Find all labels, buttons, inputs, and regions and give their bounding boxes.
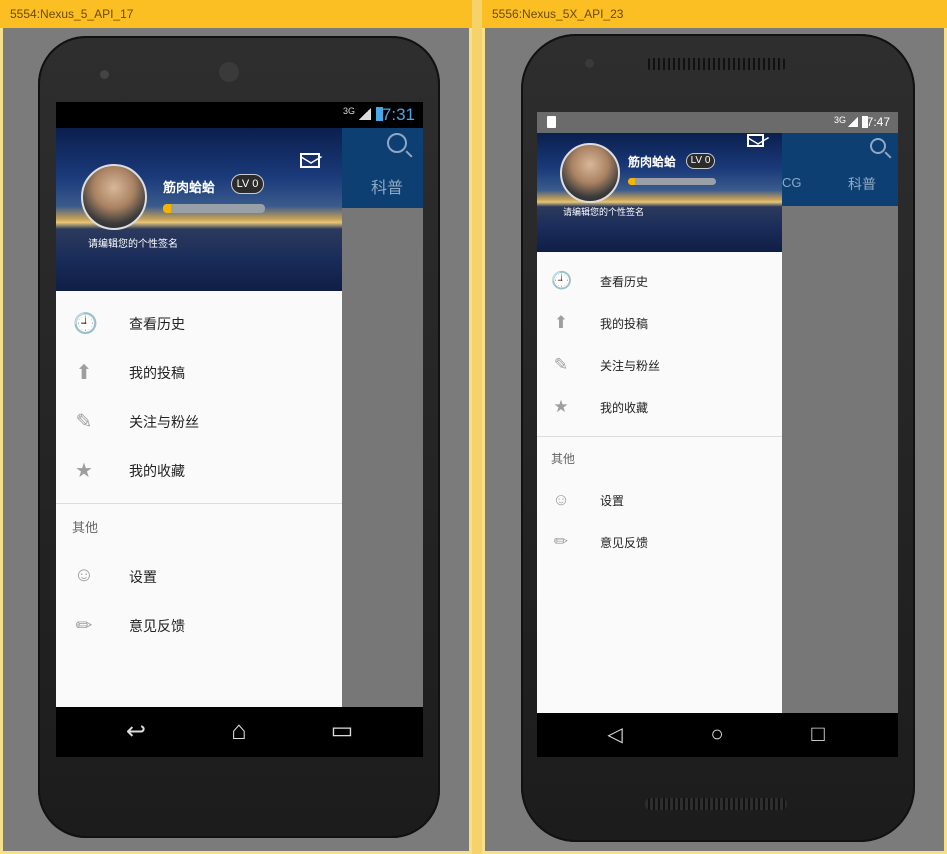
system-navbar: ↩ ⌂ ▭ xyxy=(56,707,423,757)
menu-item-submissions[interactable]: ⬆ 我的投稿 xyxy=(537,303,782,345)
level-badge: LV 0 xyxy=(231,174,264,194)
menu-label: 设置 xyxy=(600,494,625,508)
menu-label: 查看历史 xyxy=(129,316,185,332)
menu-label: 设置 xyxy=(129,569,157,585)
system-navbar: ◁ ○ □ xyxy=(537,713,898,757)
home-icon[interactable]: ⌂ xyxy=(219,715,259,746)
window-title: 5554:Nexus_5_API_17 xyxy=(0,0,472,28)
menu-label: 意见反馈 xyxy=(600,536,649,550)
navigation-drawer: 筋肉蛤蛤 LV 0 请编辑您的个性签名 🕘 查看历史 ⬆ 我的投稿 ✎ 关注与粉… xyxy=(56,128,342,707)
menu-label: 我的收藏 xyxy=(129,463,185,479)
menu-item-follow[interactable]: ✎ 关注与粉丝 xyxy=(56,397,342,446)
history-icon: 🕘 xyxy=(73,313,98,335)
avatar[interactable] xyxy=(81,164,147,230)
mail-icon[interactable] xyxy=(300,153,320,168)
emulator-window-nexus5: 5554:Nexus_5_API_17 3G 7:31 科普 筋肉蛤蛤 LV 0… xyxy=(0,0,472,854)
upload-icon: ⬆ xyxy=(553,313,569,332)
window-body: 3G 7:31 科普 筋肉蛤蛤 LV 0 请编辑您的个性签名 🕘 查看历史 ⬆ … xyxy=(0,28,472,854)
search-icon[interactable] xyxy=(387,133,407,153)
signature-text[interactable]: 请编辑您的个性签名 xyxy=(88,235,178,250)
mail-icon[interactable] xyxy=(747,134,764,147)
status-bar: 3G 7:31 xyxy=(56,102,423,128)
phone-frame: 3G 7:31 科普 筋肉蛤蛤 LV 0 请编辑您的个性签名 🕘 查看历史 ⬆ … xyxy=(38,36,440,838)
follow-icon: ✎ xyxy=(75,411,93,433)
menu-item-settings[interactable]: ☺ 设置 xyxy=(56,552,342,601)
navigation-drawer: 筋肉蛤蛤 LV 0 请编辑您的个性签名 🕘 查看历史 ⬆ 我的投稿 ✎ 关注与粉… xyxy=(537,133,782,713)
menu-label: 我的投稿 xyxy=(600,317,649,331)
camera-icon xyxy=(585,59,594,68)
app-toolbar: CG 科普 xyxy=(782,133,898,206)
exp-progress-fill xyxy=(163,204,172,213)
upload-icon: ⬆ xyxy=(75,362,93,384)
menu-label: 查看历史 xyxy=(600,275,649,289)
android-icon: ☺ xyxy=(73,564,95,586)
pencil-icon: ✏ xyxy=(553,532,569,551)
network-indicator: 3G xyxy=(342,106,355,116)
menu-item-settings[interactable]: ☺ 设置 xyxy=(537,480,782,522)
menu-label: 意见反馈 xyxy=(129,618,185,634)
menu-label: 关注与粉丝 xyxy=(600,359,661,373)
signal-icon xyxy=(848,117,858,127)
menu-item-submissions[interactable]: ⬆ 我的投稿 xyxy=(56,348,342,397)
menu-item-history[interactable]: 🕘 查看历史 xyxy=(56,299,342,348)
recents-icon[interactable]: ▭ xyxy=(322,716,362,745)
home-icon[interactable]: ○ xyxy=(697,721,737,747)
menu-item-history[interactable]: 🕘 查看历史 xyxy=(537,261,782,303)
recents-icon[interactable]: □ xyxy=(798,721,838,747)
sd-card-icon xyxy=(547,116,556,128)
signature-text[interactable]: 请编辑您的个性签名 xyxy=(563,205,644,218)
menu-item-follow[interactable]: ✎ 关注与粉丝 xyxy=(537,345,782,387)
window-body: 3G 7:47 CG 科普 筋肉蛤蛤 LV 0 请编辑您的个性签名 🕘 查看历史… xyxy=(482,28,947,854)
menu-item-favorites[interactable]: ★ 我的收藏 xyxy=(56,446,342,495)
menu-label: 关注与粉丝 xyxy=(129,414,199,430)
phone-frame: 3G 7:47 CG 科普 筋肉蛤蛤 LV 0 请编辑您的个性签名 🕘 查看历史… xyxy=(521,34,915,842)
drawer-header: 筋肉蛤蛤 LV 0 请编辑您的个性签名 xyxy=(537,133,782,252)
pencil-icon: ✏ xyxy=(75,615,93,637)
divider xyxy=(56,503,342,504)
screen: 3G 7:31 科普 筋肉蛤蛤 LV 0 请编辑您的个性签名 🕘 查看历史 ⬆ … xyxy=(56,102,423,757)
status-bar: 3G 7:47 xyxy=(537,112,898,133)
user-name: 筋肉蛤蛤 xyxy=(628,155,677,169)
user-name: 筋肉蛤蛤 xyxy=(163,180,216,195)
follow-icon: ✎ xyxy=(553,355,569,374)
speaker-grille-bottom xyxy=(645,798,787,810)
level-badge: LV 0 xyxy=(686,153,715,169)
search-icon[interactable] xyxy=(870,138,886,154)
history-icon: 🕘 xyxy=(551,271,573,290)
star-icon: ★ xyxy=(553,397,569,416)
tab-acg[interactable]: CG xyxy=(782,175,802,190)
back-icon[interactable]: ◁ xyxy=(595,722,635,747)
camera-icon xyxy=(100,70,109,79)
window-title: 5556:Nexus_5X_API_23 xyxy=(482,0,947,28)
menu-label: 我的收藏 xyxy=(600,401,649,415)
emulator-window-nexus5x: 5556:Nexus_5X_API_23 3G 7:47 CG 科普 筋肉蛤蛤 … xyxy=(482,0,947,854)
status-time: 7:31 xyxy=(381,105,415,124)
tab-kepu[interactable]: 科普 xyxy=(848,174,876,194)
screen: 3G 7:47 CG 科普 筋肉蛤蛤 LV 0 请编辑您的个性签名 🕘 查看历史… xyxy=(537,112,898,757)
back-icon[interactable]: ↩ xyxy=(116,717,156,746)
menu-item-feedback[interactable]: ✏ 意见反馈 xyxy=(537,522,782,564)
divider xyxy=(537,436,782,437)
signal-icon xyxy=(359,108,371,120)
exp-progress-bar xyxy=(628,178,716,185)
status-time: 7:47 xyxy=(866,115,890,129)
network-indicator: 3G xyxy=(833,115,846,125)
avatar[interactable] xyxy=(560,143,620,203)
drawer-header: 筋肉蛤蛤 LV 0 请编辑您的个性签名 xyxy=(56,128,342,291)
exp-progress-fill xyxy=(628,178,636,185)
exp-progress-bar xyxy=(163,204,265,213)
section-title: 其他 xyxy=(551,452,576,466)
app-toolbar: 科普 xyxy=(341,128,423,208)
menu-label: 我的投稿 xyxy=(129,365,185,381)
android-icon: ☺ xyxy=(552,490,570,509)
tab-kepu[interactable]: 科普 xyxy=(371,174,403,198)
menu-item-favorites[interactable]: ★ 我的收藏 xyxy=(537,387,782,429)
section-title: 其他 xyxy=(72,520,99,535)
star-icon: ★ xyxy=(75,460,93,482)
speaker-icon xyxy=(219,62,239,82)
speaker-grille xyxy=(645,58,787,70)
menu-item-feedback[interactable]: ✏ 意见反馈 xyxy=(56,601,342,650)
